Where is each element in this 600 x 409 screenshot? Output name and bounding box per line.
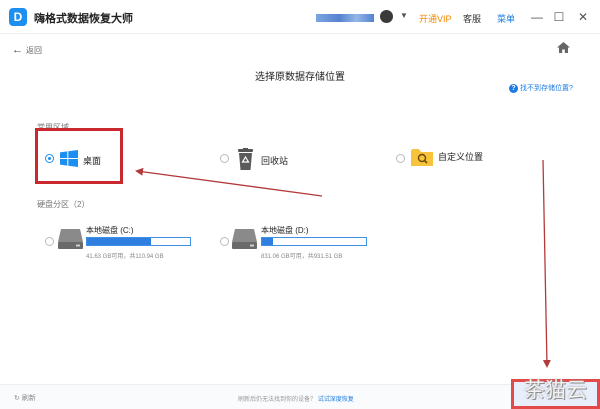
drive-c-usage-bar <box>86 237 191 246</box>
maximize-icon[interactable]: ☐ <box>551 9 567 25</box>
hard-drive-icon <box>232 229 257 251</box>
desktop-label[interactable]: 桌面 <box>83 154 101 167</box>
drive-d-radio[interactable] <box>220 237 229 246</box>
help-link[interactable]: ? 找不到存储位置? <box>509 83 573 93</box>
title-bar: D 嗨格式数据恢复大师 ▼ 开通VIP 客服 菜单 — ☐ ✕ <box>0 0 600 34</box>
recycle-bin-radio[interactable] <box>220 154 229 163</box>
footer-bar: ↻ 刷新 刷新后仍无法找到你的设备？ 试试深度恢复 <box>0 384 600 409</box>
refresh-icon: ↻ <box>14 395 20 402</box>
footer-hint-text: 刷新后仍无法找到你的设备？ <box>238 397 317 403</box>
watermark: 茶猫云 <box>524 378 587 402</box>
drive-c-radio[interactable] <box>45 237 54 246</box>
drive-d-usage-bar <box>261 237 367 246</box>
menu-link[interactable]: 菜单 <box>497 12 515 25</box>
open-vip-link[interactable]: 开通VIP <box>419 12 452 25</box>
desktop-radio[interactable] <box>45 154 54 163</box>
avatar[interactable] <box>380 10 393 23</box>
recycle-bin-icon <box>237 148 254 172</box>
back-label: 返回 <box>26 46 42 55</box>
minimize-icon[interactable]: — <box>529 9 545 25</box>
custom-location-label[interactable]: 自定义位置 <box>438 150 483 163</box>
annotation-arrow-next <box>542 159 551 368</box>
drive-d-usage-fill <box>262 238 274 245</box>
footer-hint: 刷新后仍无法找到你的设备？ 试试深度恢复 <box>238 394 354 403</box>
refresh-label: 刷新 <box>21 395 36 402</box>
username[interactable] <box>316 14 374 22</box>
close-icon[interactable]: ✕ <box>575 9 591 25</box>
annotation-arrows <box>135 159 551 368</box>
windows-icon <box>60 150 78 169</box>
refresh-button[interactable]: ↻ 刷新 <box>14 393 36 403</box>
hard-drive-icon <box>58 229 83 251</box>
support-link[interactable]: 客服 <box>463 12 481 25</box>
drive-d-size: 831.06 GB可用，共931.51 GB <box>261 254 343 260</box>
custom-location-radio[interactable] <box>396 154 405 163</box>
drive-c-size: 41.63 GB可用，共110.94 GB <box>86 254 164 260</box>
app-logo-icon: D <box>9 8 27 26</box>
drive-c-usage-fill <box>87 238 151 245</box>
back-button[interactable]: ← 返回 <box>12 44 42 56</box>
chevron-down-icon[interactable]: ▼ <box>400 11 408 20</box>
drive-c-name[interactable]: 本地磁盘 (C:) <box>86 225 134 236</box>
arrow-left-icon: ← <box>12 44 23 56</box>
help-label: 找不到存储位置? <box>520 85 573 92</box>
question-icon: ? <box>509 84 518 93</box>
annotation-arrow-desktop <box>135 167 323 197</box>
page-title: 选择原数据存储位置 <box>255 72 345 83</box>
drive-d-name[interactable]: 本地磁盘 (D:) <box>261 225 309 236</box>
folder-search-icon <box>411 148 433 169</box>
partitions-section-label: 硬盘分区（2） <box>37 200 90 209</box>
recycle-bin-label[interactable]: 回收站 <box>261 154 288 167</box>
home-icon[interactable] <box>557 42 570 55</box>
app-title: 嗨格式数据恢复大师 <box>34 13 133 25</box>
deep-recovery-link[interactable]: 试试深度恢复 <box>318 397 354 403</box>
